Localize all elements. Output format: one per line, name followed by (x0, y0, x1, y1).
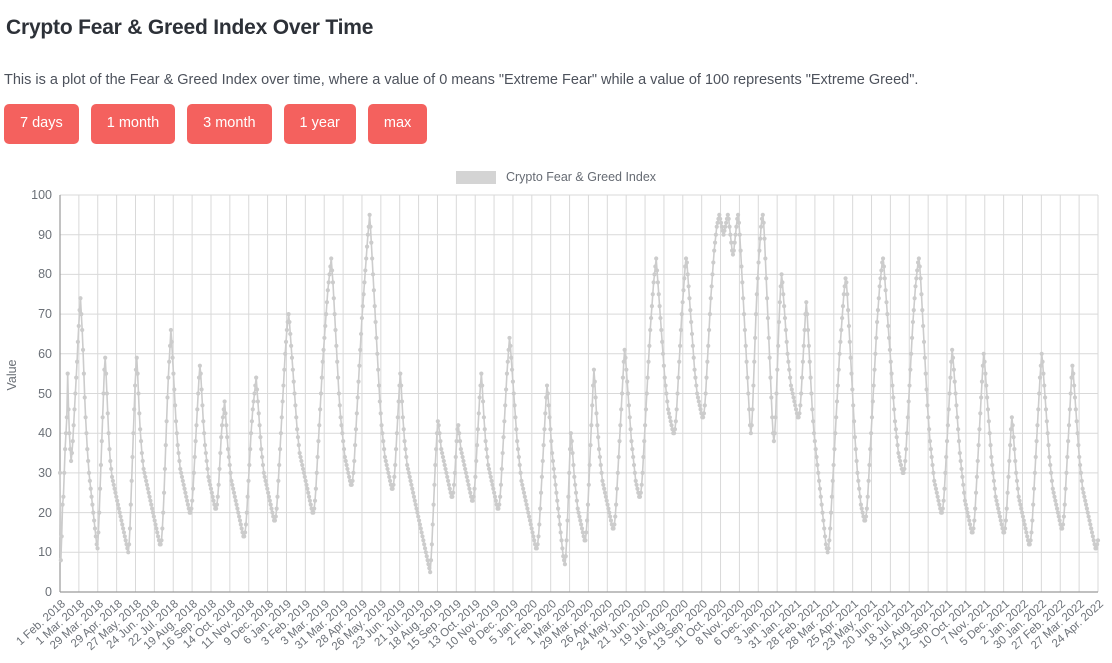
range-max[interactable]: max (367, 104, 428, 144)
range-1-year[interactable]: 1 year (283, 104, 356, 144)
time-range-button-group: 7 days 1 month 3 month 1 year max (4, 104, 428, 144)
x-axis-ticks: 1 Feb. 2018 1 Mar. 2018 29 Mar. 2018 29 Apr… (0, 165, 1112, 663)
chart-container: Crypto Fear & Greed Index Value 0 10 20 30 4… (0, 165, 1112, 663)
range-3-month[interactable]: 3 month (187, 104, 272, 144)
range-7-days[interactable]: 7 days (4, 104, 79, 144)
page-title: Crypto Fear & Greed Index Over Time (6, 16, 374, 40)
range-1-month[interactable]: 1 month (90, 104, 176, 144)
crypto-fear-greed-page: Crypto Fear & Greed Index Over Time This… (0, 0, 1112, 663)
page-description: This is a plot of the Fear & Greed Index… (4, 71, 919, 88)
